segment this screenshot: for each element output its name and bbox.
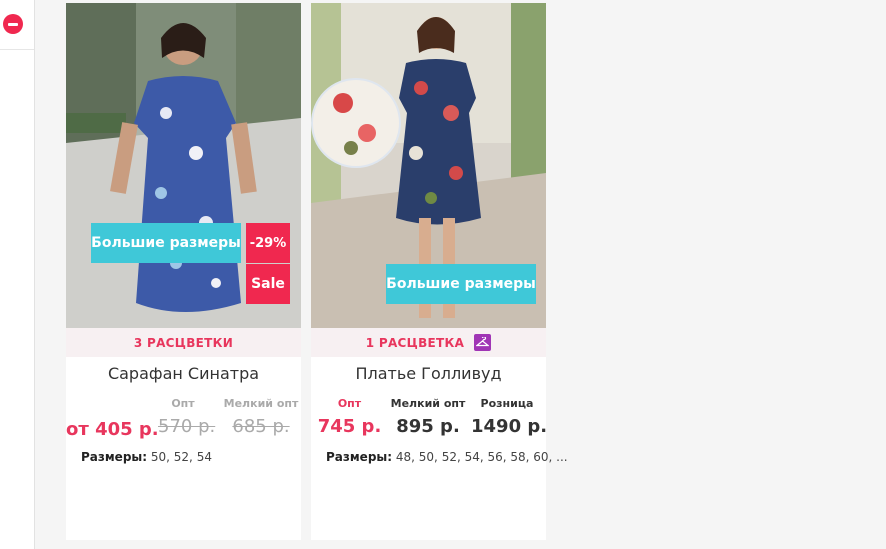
remove-icon[interactable]	[3, 14, 23, 34]
product-title[interactable]: Сарафан Синатра	[66, 364, 301, 383]
price-from: от 405 р.	[66, 413, 159, 440]
price-opt: Опт 570 р.	[158, 397, 216, 437]
badge-discount: -29%	[246, 223, 290, 263]
price-small-opt-label: Мелкий опт	[390, 397, 466, 410]
badge-large-sizes: Большие размеры	[91, 223, 241, 263]
badge-large-sizes: Большие размеры	[386, 264, 536, 304]
price-opt: Опт 745 р.	[316, 397, 383, 437]
sizes-value: 50, 52, 54	[150, 450, 212, 464]
sizes-value: 48, 50, 52, 54, 56, 58, 60, ...	[395, 450, 568, 464]
price-small-opt: Мелкий опт 895 р.	[388, 397, 468, 437]
color-count-label: 1 РАСЦВЕТКА	[365, 335, 465, 350]
price-small-opt-old: 685 р.	[232, 416, 290, 437]
color-count-label: 3 РАСЦВЕТКИ	[133, 335, 234, 350]
sizes-info: Размеры: 48, 50, 52, 54, 56, 58, 60, ...	[326, 450, 568, 464]
product-card-sinatra[interactable]: Большие размеры -29% Sale 3 РАСЦВЕТКИ Са…	[66, 3, 301, 540]
price-from-value: от 405 р.	[66, 419, 159, 440]
sizes-label: Размеры:	[81, 450, 148, 464]
price-retail-value: 1490 р.	[471, 416, 548, 437]
color-count[interactable]: 1 РАСЦВЕТКА	[311, 328, 546, 357]
price-opt-label: Опт	[337, 397, 362, 410]
product-title[interactable]: Платье Голливуд	[311, 364, 546, 383]
price-retail: Розница 1490 р.	[471, 397, 548, 437]
sizes-info: Размеры: 50, 52, 54	[81, 450, 212, 464]
color-count[interactable]: 3 РАСЦВЕТКИ	[66, 328, 301, 357]
price-small-opt-label: Мелкий опт	[223, 397, 299, 410]
left-rail	[0, 0, 35, 549]
price-opt-old: 570 р.	[158, 416, 216, 437]
sizes-label: Размеры:	[326, 450, 393, 464]
price-opt-label: Опт	[171, 397, 195, 410]
price-opt-value: 745 р.	[317, 416, 382, 437]
price-small-opt-value: 895 р.	[396, 416, 460, 437]
product-card-hollywood[interactable]: Большие размеры 1 РАСЦВЕТКА Платье Голли…	[311, 3, 568, 540]
price-retail-label: Розница	[480, 397, 534, 410]
hanger-icon	[474, 334, 492, 351]
badge-sale: Sale	[246, 264, 290, 304]
price-small-opt: Мелкий опт 685 р.	[216, 397, 306, 437]
rail-divider	[0, 49, 34, 50]
